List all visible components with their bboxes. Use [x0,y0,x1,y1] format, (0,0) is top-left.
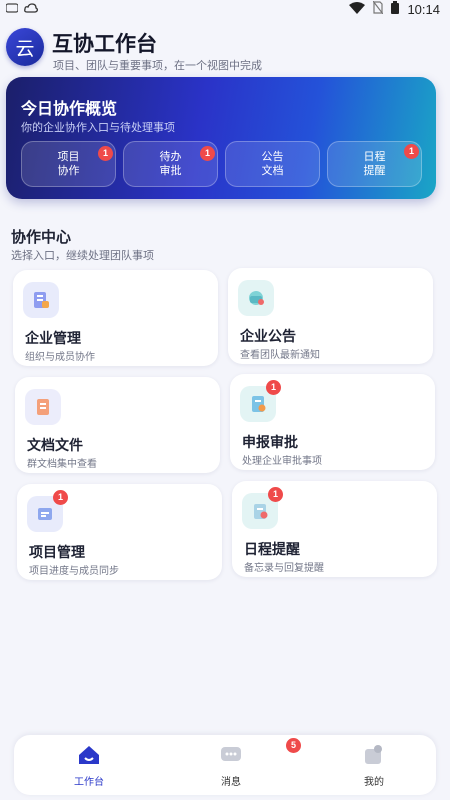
card-badge: 1 [53,490,68,505]
tab-label: 工作台 [74,777,104,788]
chip-label: 项目协作 [57,150,80,177]
status-time: 10:14 [407,1,440,17]
profile-icon [362,743,386,767]
bottom-tab-bar: 工作台 5 消息 我的 [14,735,436,795]
chip-announcement-docs[interactable]: 公告文档 [225,141,320,187]
card-title: 企业管理 [25,331,81,347]
tab-mine[interactable]: 我的 [334,741,414,789]
chip-schedule-reminder[interactable]: 日程提醒 1 [327,141,422,187]
chip-label: 公告文档 [261,150,284,177]
app-subtitle: 项目、团队与重要事项，在一个视图中完成 [53,59,262,72]
tab-label: 我的 [364,777,384,788]
card-badge: 1 [266,380,281,395]
document-icon [25,389,61,425]
status-right: 10:14 [349,0,440,17]
app-header: 云 互协工作台 项目、团队与重要事项，在一个视图中完成 [6,28,446,72]
chip-label: 日程提醒 [363,150,386,177]
message-icon [219,743,243,767]
card-documents[interactable]: 文档文件 群文档集中查看 [15,377,220,473]
chip-pending-approval[interactable]: 待办审批 1 [123,141,218,187]
card-enterprise-announcement[interactable]: 企业公告 查看团队最新通知 [228,268,433,364]
tab-label: 消息 [221,777,241,788]
megaphone-icon [238,280,274,316]
card-title: 日程提醒 [244,542,300,558]
overview-subtitle: 你的企业协作入口与待处理事项 [21,121,175,134]
status-left [5,2,38,16]
section-subtitle: 选择入口，继续处理团队事项 [11,249,154,262]
status-bar: 10:14 [0,0,450,18]
card-enterprise-management[interactable]: 企业管理 组织与成员协作 [13,270,218,366]
app-logo: 云 [6,28,44,66]
tab-badge: 5 [286,738,301,753]
card-schedule-reminder[interactable]: 1 日程提醒 备忘录与回复提醒 [232,481,437,577]
tab-workbench[interactable]: 工作台 [49,741,129,789]
home-icon [77,743,101,767]
card-title: 文档文件 [27,438,83,454]
card-title: 企业公告 [240,329,296,345]
card-title: 申报审批 [242,435,298,451]
card-title: 项目管理 [29,545,85,561]
card-desc: 项目进度与成员同步 [29,566,119,577]
chip-badge: 1 [404,144,419,159]
chip-badge: 1 [200,146,215,161]
battery-icon [391,1,400,17]
card-desc: 查看团队最新通知 [240,350,320,361]
chip-label: 待办审批 [159,150,182,177]
building-icon [23,282,59,318]
cloud-status-icon [24,2,38,16]
card-approval[interactable]: 1 申报审批 处理企业审批事项 [230,374,435,470]
card-desc: 备忘录与回复提醒 [244,563,324,574]
overview-title: 今日协作概览 [21,99,118,118]
chip-badge: 1 [98,146,113,161]
chip-project-collab[interactable]: 项目协作 1 [21,141,116,187]
tab-messages[interactable]: 5 消息 [191,738,301,789]
app-title: 互协工作台 [52,32,157,56]
card-project-management[interactable]: 1 项目管理 项目进度与成员同步 [17,484,222,580]
wifi-icon [349,1,366,17]
card-desc: 群文档集中查看 [27,459,97,470]
app-notification-icon [5,3,19,15]
no-sim-icon [372,0,384,17]
overview-banner: 今日协作概览 你的企业协作入口与待处理事项 项目协作 1 待办审批 1 公告文档… [6,77,436,199]
card-desc: 组织与成员协作 [25,352,95,363]
card-badge: 1 [268,487,283,502]
card-desc: 处理企业审批事项 [242,456,322,467]
section-title: 协作中心 [11,228,72,246]
